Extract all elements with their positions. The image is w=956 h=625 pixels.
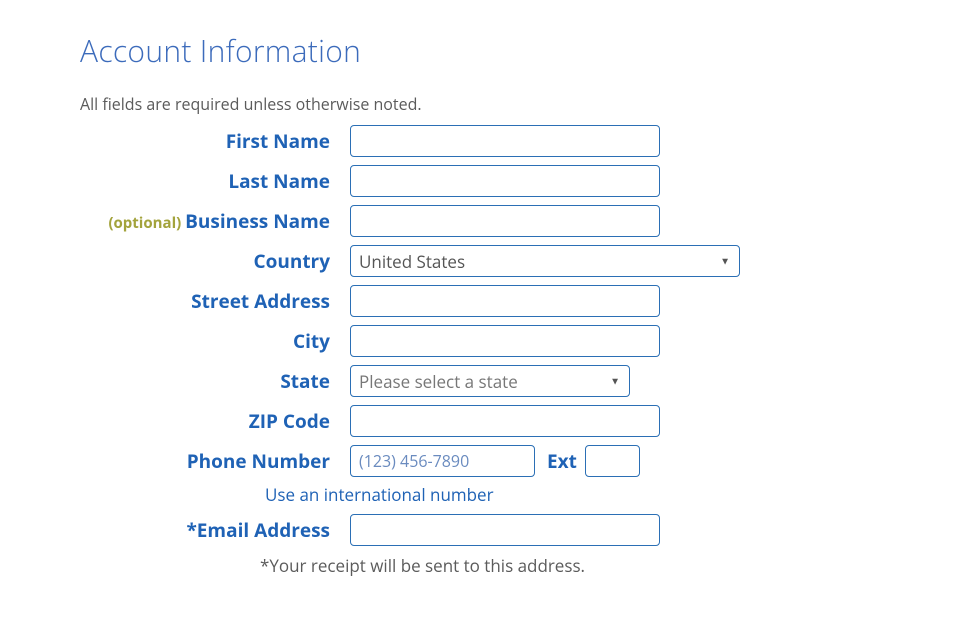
state-select[interactable]: Please select a state: [350, 365, 630, 397]
business-name-label: (optional) Business Name: [80, 208, 350, 234]
city-label: City: [80, 328, 350, 354]
business-name-input[interactable]: [350, 205, 660, 237]
email-label: *Email Address: [80, 517, 350, 543]
street-address-input[interactable]: [350, 285, 660, 317]
ext-input[interactable]: [585, 445, 640, 477]
first-name-label: First Name: [80, 128, 350, 154]
country-label: Country: [80, 248, 350, 274]
intl-number-link[interactable]: Use an international number: [265, 483, 494, 506]
email-input[interactable]: [350, 514, 660, 546]
receipt-note: *Your receipt will be sent to this addre…: [260, 554, 876, 577]
optional-tag: (optional): [108, 213, 185, 233]
phone-label: Phone Number: [80, 448, 350, 474]
last-name-input[interactable]: [350, 165, 660, 197]
ext-label: Ext: [547, 448, 577, 474]
zip-input[interactable]: [350, 405, 660, 437]
required-fields-note: All fields are required unless otherwise…: [80, 93, 876, 115]
last-name-label: Last Name: [80, 168, 350, 194]
page-title: Account Information: [80, 30, 876, 71]
city-input[interactable]: [350, 325, 660, 357]
first-name-input[interactable]: [350, 125, 660, 157]
street-address-label: Street Address: [80, 288, 350, 314]
state-label: State: [80, 368, 350, 394]
country-select[interactable]: United States: [350, 245, 740, 277]
phone-input[interactable]: [350, 445, 535, 477]
zip-label: ZIP Code: [80, 408, 350, 434]
